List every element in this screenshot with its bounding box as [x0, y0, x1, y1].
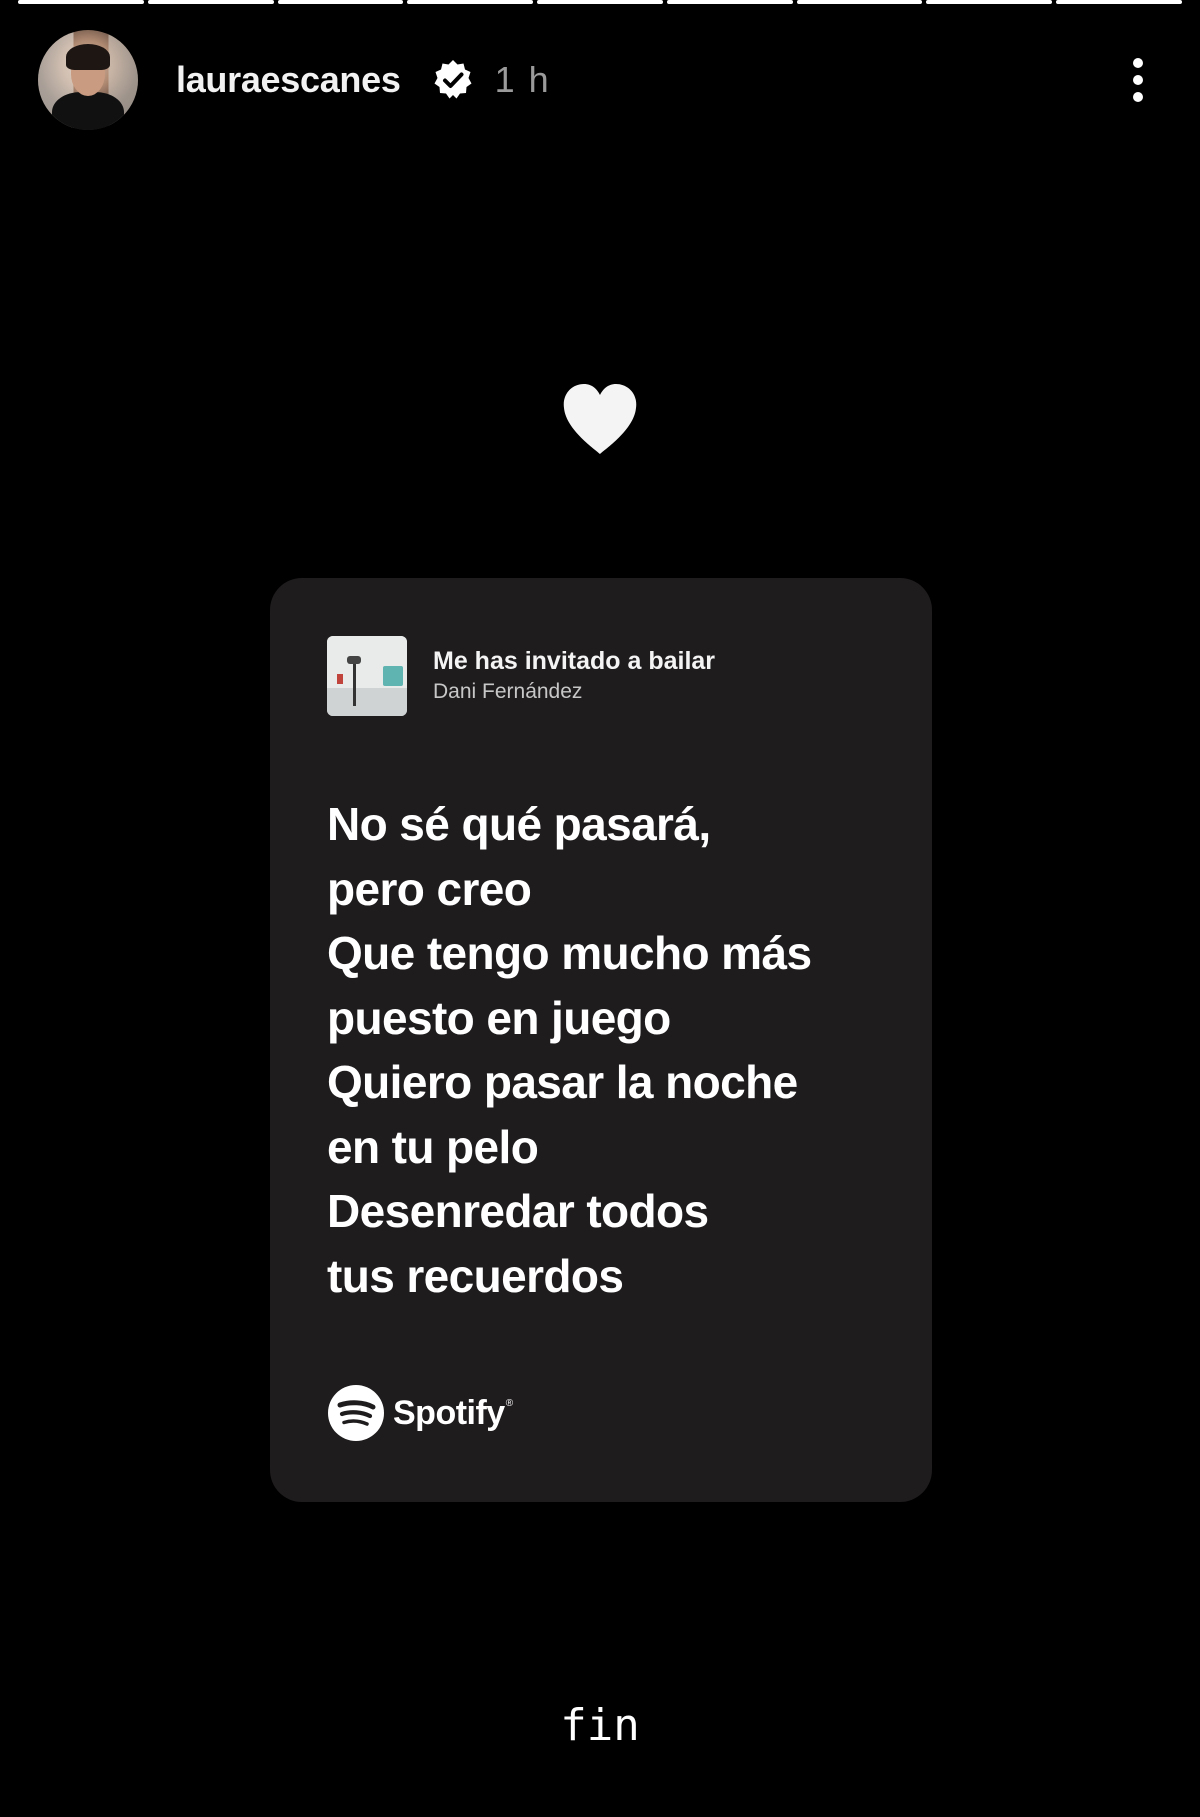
progress-segment	[18, 0, 144, 4]
progress-segment	[796, 0, 923, 4]
progress-segment	[1056, 0, 1183, 4]
story-header: lauraescanes 1 h	[38, 30, 1170, 130]
track-title: Me has invitado a bailar	[433, 647, 716, 675]
story-progress-bar	[18, 0, 1183, 4]
spotify-lyrics-card[interactable]: Me has invitado a bailar Dani Fernández …	[270, 578, 932, 1502]
track-artist: Dani Fernández	[433, 680, 583, 703]
spotify-wordmark: Spotify	[393, 1393, 505, 1432]
username[interactable]: lauraescanes	[176, 59, 401, 101]
spotify-logo-icon	[328, 1385, 384, 1441]
progress-segment	[277, 0, 404, 4]
registered-mark: ®	[505, 1398, 514, 1409]
lyric-line: tus recuerdos	[327, 1249, 624, 1302]
album-cover	[327, 636, 407, 716]
avatar[interactable]	[38, 30, 138, 130]
story-viewer[interactable]: lauraescanes 1 h Me has invitado a baila…	[0, 0, 1200, 1817]
lyric-line: en tu pelo	[327, 1120, 539, 1173]
more-options-icon[interactable]	[1118, 50, 1158, 110]
progress-segment	[666, 0, 793, 4]
white-heart-icon	[563, 384, 637, 454]
spotify-brand: Spotify ®	[327, 1384, 513, 1442]
lyric-line: Desenredar todos	[327, 1185, 709, 1237]
post-time: 1 h	[494, 59, 551, 100]
lyric-line: Quiero pasar la noche	[327, 1056, 798, 1108]
progress-segment	[147, 0, 274, 4]
lyric-line: puesto en juego	[327, 991, 671, 1044]
progress-segment	[537, 0, 663, 4]
track-info: Me has invitado a bailar Dani Fernández	[327, 636, 715, 716]
lyric-line: pero creo	[327, 862, 532, 915]
lyric-line: No sé qué pasará,	[327, 798, 711, 850]
lyrics: No sé qué pasará, pero creo Que tengo mu…	[327, 792, 907, 1308]
progress-segment	[926, 0, 1053, 4]
verified-badge-icon	[434, 60, 472, 99]
lyric-line: Que tengo mucho más	[327, 927, 812, 979]
progress-segment	[407, 0, 534, 4]
story-caption: fin	[560, 1700, 640, 1751]
